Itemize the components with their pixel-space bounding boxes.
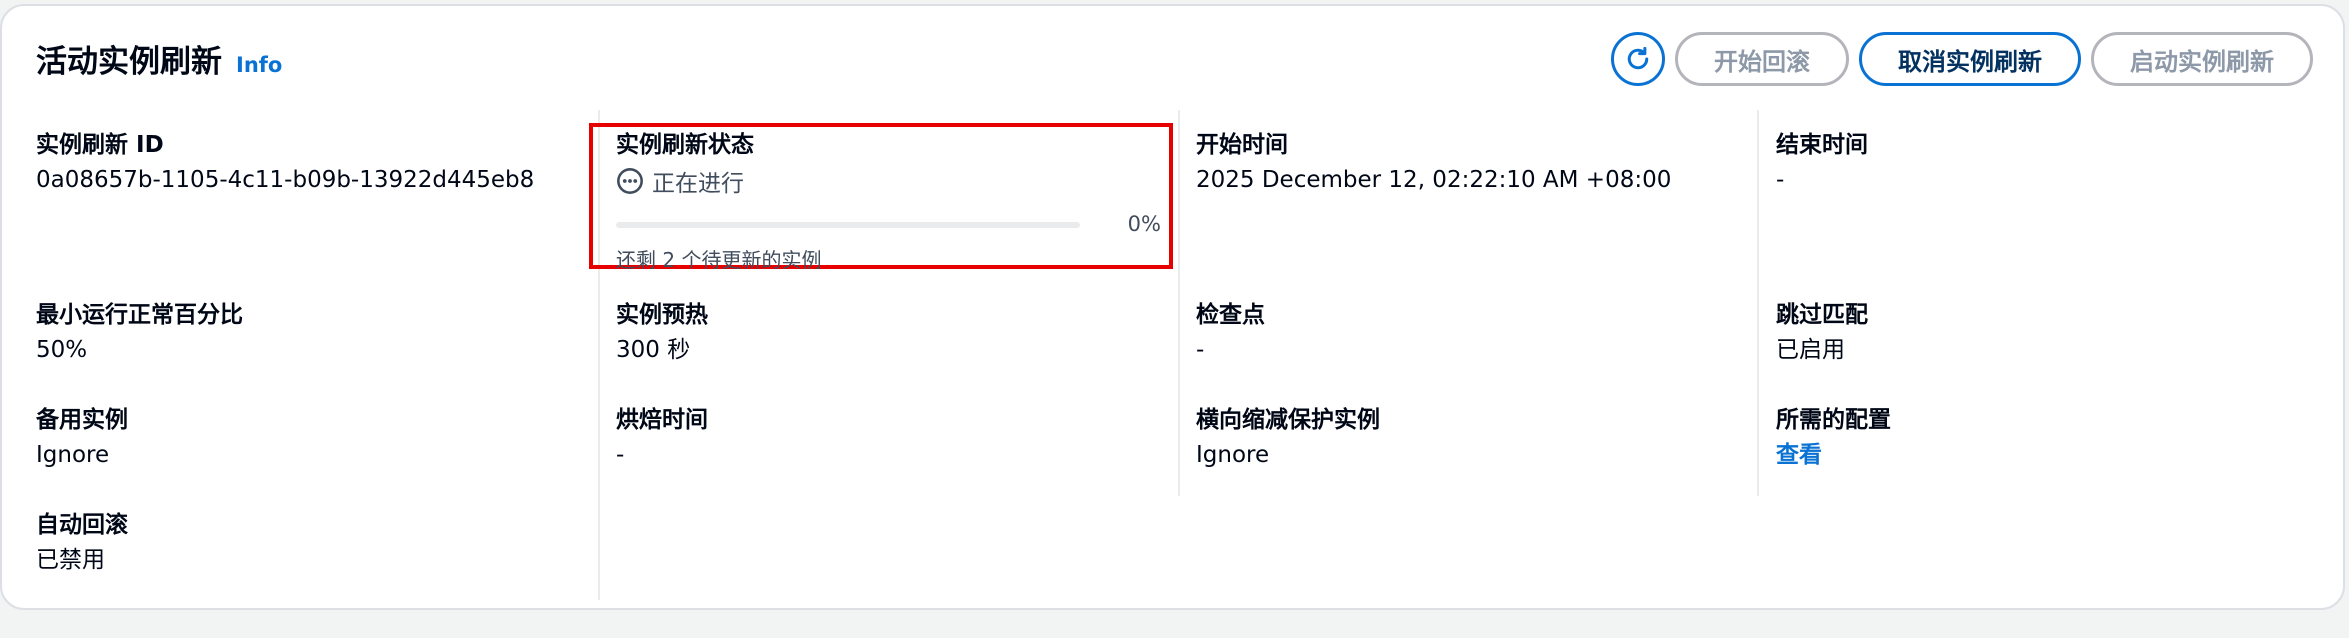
field-skip-matching: 跳过匹配 已启用 <box>1776 300 2316 366</box>
field-label: 跳过匹配 <box>1776 302 1868 328</box>
field-value: - <box>616 442 625 468</box>
refresh-icon <box>1627 46 1649 70</box>
start-rollback-button[interactable]: 开始回滚 <box>1675 32 1849 86</box>
field-end-time: 结束时间 - <box>1776 130 2316 196</box>
start-refresh-button[interactable]: 启动实例刷新 <box>2091 32 2313 86</box>
field-label: 横向缩减保护实例 <box>1196 407 1380 433</box>
field-label: 实例预热 <box>616 302 708 328</box>
active-instance-refresh-panel: 活动实例刷新 Info 开始回滚 取消实例刷新 启动实例刷新 实例刷新 ID 0… <box>0 4 2345 610</box>
progress-percent: 0% <box>1127 212 1161 236</box>
progress-bar: 0% <box>616 212 1161 238</box>
field-label: 实例刷新 ID <box>36 132 164 158</box>
field-instance-warmup: 实例预热 300 秒 <box>616 300 1156 366</box>
field-value: Ignore <box>1196 442 1270 468</box>
field-min-healthy-percent: 最小运行正常百分比 50% <box>36 300 576 366</box>
field-label: 所需的配置 <box>1776 407 1891 433</box>
header-actions: 开始回滚 取消实例刷新 启动实例刷新 <box>1611 32 2313 86</box>
field-refresh-status: 实例刷新状态 正在进行 0% 还剩 2 个待更新的实例 <box>616 130 1161 273</box>
in-progress-icon <box>617 168 643 194</box>
field-value: 已启用 <box>1776 337 1845 363</box>
field-refresh-id: 实例刷新 ID 0a08657b-1105-4c11-b09b-13922d44… <box>36 130 576 196</box>
field-desired-configuration: 所需的配置 查看 <box>1776 405 2316 471</box>
field-label: 结束时间 <box>1776 132 1868 158</box>
field-standby-instances: 备用实例 Ignore <box>36 405 576 471</box>
view-config-link[interactable]: 查看 <box>1776 439 2316 471</box>
field-checkpoint: 检查点 - <box>1196 300 1736 366</box>
field-label: 烘焙时间 <box>616 407 708 433</box>
field-label: 自动回滚 <box>36 512 128 538</box>
status-indicator: 正在进行 <box>616 164 1156 198</box>
cancel-refresh-button[interactable]: 取消实例刷新 <box>1859 32 2081 86</box>
field-value: 2025 December 12, 02:22:10 AM +08:00 <box>1196 167 1672 193</box>
field-value: - <box>1196 337 1205 363</box>
field-start-time: 开始时间 2025 December 12, 02:22:10 AM +08:0… <box>1196 130 1736 196</box>
status-text: 正在进行 <box>652 171 744 197</box>
field-value: Ignore <box>36 442 110 468</box>
field-label: 检查点 <box>1196 302 1265 328</box>
field-label: 实例刷新状态 <box>616 132 754 158</box>
progress-track <box>616 222 1080 228</box>
column-divider <box>1178 110 1180 496</box>
info-link[interactable]: Info <box>236 53 282 77</box>
panel-header: 活动实例刷新 Info <box>36 36 282 81</box>
field-label: 备用实例 <box>36 407 128 433</box>
field-value: 300 秒 <box>616 337 691 363</box>
column-divider <box>1757 110 1759 496</box>
field-value: 0a08657b-1105-4c11-b09b-13922d445eb8 <box>36 167 535 193</box>
progress-description: 还剩 2 个待更新的实例 <box>616 248 822 272</box>
field-value: 50% <box>36 337 88 363</box>
field-auto-rollback: 自动回滚 已禁用 <box>36 510 576 576</box>
field-scale-in-protected: 横向缩减保护实例 Ignore <box>1196 405 1736 471</box>
field-label: 最小运行正常百分比 <box>36 302 243 328</box>
field-value: 已禁用 <box>36 547 105 573</box>
refresh-button[interactable] <box>1611 32 1665 86</box>
field-bake-time: 烘焙时间 - <box>616 405 1156 471</box>
field-value: - <box>1776 167 1785 193</box>
panel-title: 活动实例刷新 <box>36 44 222 80</box>
field-label: 开始时间 <box>1196 132 1288 158</box>
